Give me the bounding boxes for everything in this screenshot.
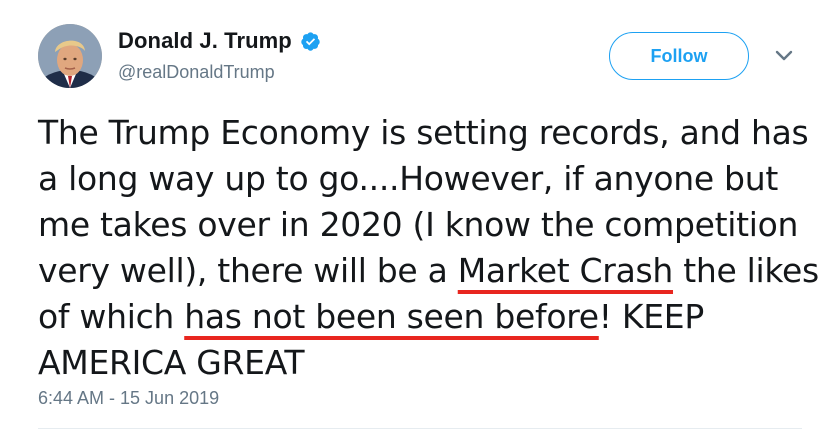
- follow-button[interactable]: Follow: [609, 32, 749, 80]
- underlined-phrase: has not been seen before: [184, 297, 599, 336]
- avatar[interactable]: [38, 24, 102, 88]
- tweet-card: Donald J. Trump @realDonaldTrump Follow …: [0, 0, 840, 432]
- display-name[interactable]: Donald J. Trump: [118, 28, 292, 54]
- tweet-timestamp[interactable]: 6:44 AM - 15 Jun 2019: [38, 388, 219, 409]
- author-name-row[interactable]: Donald J. Trump: [118, 28, 321, 54]
- profile-photo-image: [38, 24, 102, 88]
- chevron-down-icon[interactable]: [774, 48, 794, 62]
- tweet-text: The Trump Economy is setting records, an…: [38, 110, 828, 386]
- divider: [38, 428, 802, 429]
- verified-badge-icon: [301, 31, 320, 51]
- underlined-phrase: Market Crash: [457, 251, 674, 290]
- user-handle[interactable]: @realDonaldTrump: [118, 62, 275, 83]
